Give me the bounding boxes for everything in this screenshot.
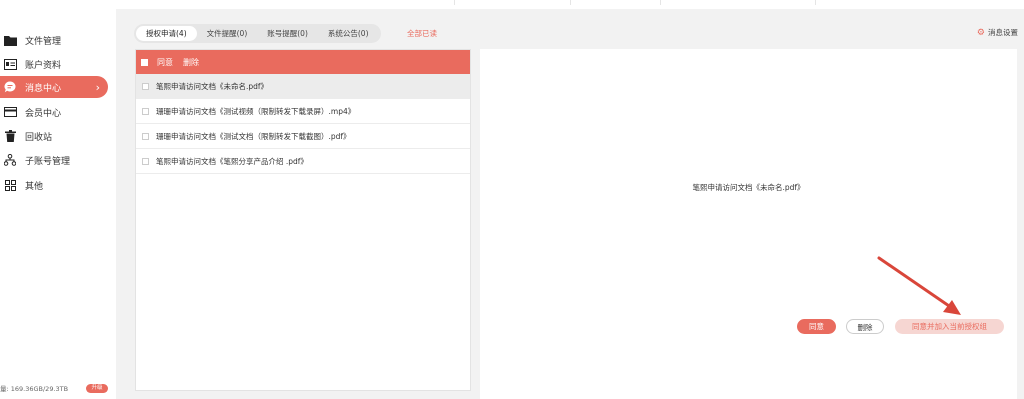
row-checkbox[interactable]: [142, 157, 149, 165]
trash-icon: [3, 129, 17, 143]
sidebar-item-label: 其他: [25, 181, 44, 192]
tab-file-reminders[interactable]: 文件提醒(0): [197, 26, 258, 41]
sidebar-item-member-center[interactable]: 会员中心: [0, 101, 108, 123]
sidebar-item-label: 账户资料: [25, 60, 62, 71]
annotation-arrow-icon: [877, 256, 961, 315]
tab-authorization-requests[interactable]: 授权申请(4): [136, 26, 197, 41]
upgrade-button[interactable]: 升级: [86, 384, 108, 393]
top-divider: [570, 0, 571, 5]
request-detail-panel: 笔熙申请访问文档《未命名.pdf》 同意 删除 同意并加入当前授权组: [480, 49, 1017, 399]
chevron-right-icon: ›: [95, 81, 100, 94]
top-divider: [660, 0, 661, 5]
message-settings-label: 消息设置: [988, 28, 1018, 37]
list-item-text: 笔熙申请访问文档《未命名.pdf》: [156, 81, 269, 91]
list-item[interactable]: 珊珊申请访问文档《测试文档（限制转发下载截图）.pdf》: [136, 124, 470, 149]
row-checkbox[interactable]: [142, 107, 149, 115]
list-item-text: 珊珊申请访问文档《测试文档（限制转发下载截图）.pdf》: [156, 131, 351, 141]
row-checkbox[interactable]: [142, 82, 149, 90]
agree-button[interactable]: 同意: [797, 319, 836, 334]
folder-icon: [3, 33, 17, 47]
top-bar: [0, 0, 1024, 5]
sidebar-item-message-center[interactable]: 消息中心 ›: [0, 76, 108, 98]
list-item-text: 笔熙申请访问文档《笔熙分享产品介绍 .pdf》: [156, 156, 308, 166]
tab-account-reminders[interactable]: 账号提醒(0): [257, 26, 318, 41]
member-card-icon: [3, 105, 17, 119]
message-tabs: 授权申请(4) 文件提醒(0) 账号提醒(0) 系统公告(0): [134, 24, 381, 43]
agree-and-add-to-group-button[interactable]: 同意并加入当前授权组: [895, 319, 1004, 334]
row-checkbox[interactable]: [142, 132, 149, 140]
sidebar-item-file-management[interactable]: 文件管理: [0, 29, 108, 51]
org-tree-icon: [3, 153, 17, 167]
storage-usage: 量: 169.36GB/29.3TB: [0, 385, 69, 393]
request-list: 同意 删除 笔熙申请访问文档《未命名.pdf》 珊珊申请访问文档《测试视频（限制…: [135, 49, 471, 391]
sidebar-item-recycle-bin[interactable]: 回收站: [0, 125, 108, 147]
id-card-icon: [3, 57, 17, 71]
bulk-agree-button[interactable]: 同意: [157, 57, 173, 68]
list-item[interactable]: 珊珊申请访问文档《测试视频（限制转发下载录屏）.mp4》: [136, 99, 470, 124]
message-settings-button[interactable]: ⚙ 消息设置: [977, 27, 1018, 38]
delete-button[interactable]: 删除: [846, 319, 884, 334]
main-area: 授权申请(4) 文件提醒(0) 账号提醒(0) 系统公告(0) 全部已读 ⚙ 消…: [116, 9, 1024, 399]
grid-icon: [3, 178, 17, 192]
sidebar-item-label: 消息中心: [25, 83, 62, 94]
list-header: 同意 删除: [136, 50, 470, 74]
tab-system-announcements[interactable]: 系统公告(0): [318, 26, 379, 41]
top-divider: [815, 0, 816, 5]
sidebar-item-label: 会员中心: [25, 108, 62, 119]
chat-bubble-icon: [3, 80, 17, 94]
sidebar-item-label: 回收站: [25, 132, 53, 143]
list-item-text: 珊珊申请访问文档《测试视频（限制转发下载录屏）.mp4》: [156, 106, 356, 116]
top-divider: [454, 0, 455, 5]
mark-all-read-link[interactable]: 全部已读: [407, 28, 437, 39]
sidebar-item-other[interactable]: 其他: [0, 174, 108, 196]
sidebar-item-label: 子账号管理: [25, 156, 71, 167]
list-item[interactable]: 笔熙申请访问文档《未命名.pdf》: [136, 74, 470, 99]
list-item[interactable]: 笔熙申请访问文档《笔熙分享产品介绍 .pdf》: [136, 149, 470, 174]
gear-icon: ⚙: [976, 27, 985, 38]
sidebar-item-sub-accounts[interactable]: 子账号管理: [0, 149, 108, 171]
sidebar: 文件管理 账户资料 消息中心 › 会员中心 回收站 子账号管理 其他 量: 16…: [0, 0, 116, 399]
sidebar-item-label: 文件管理: [25, 36, 62, 47]
select-all-checkbox[interactable]: [141, 58, 148, 66]
sidebar-item-account[interactable]: 账户资料: [0, 53, 108, 75]
bulk-delete-button[interactable]: 删除: [183, 57, 199, 68]
